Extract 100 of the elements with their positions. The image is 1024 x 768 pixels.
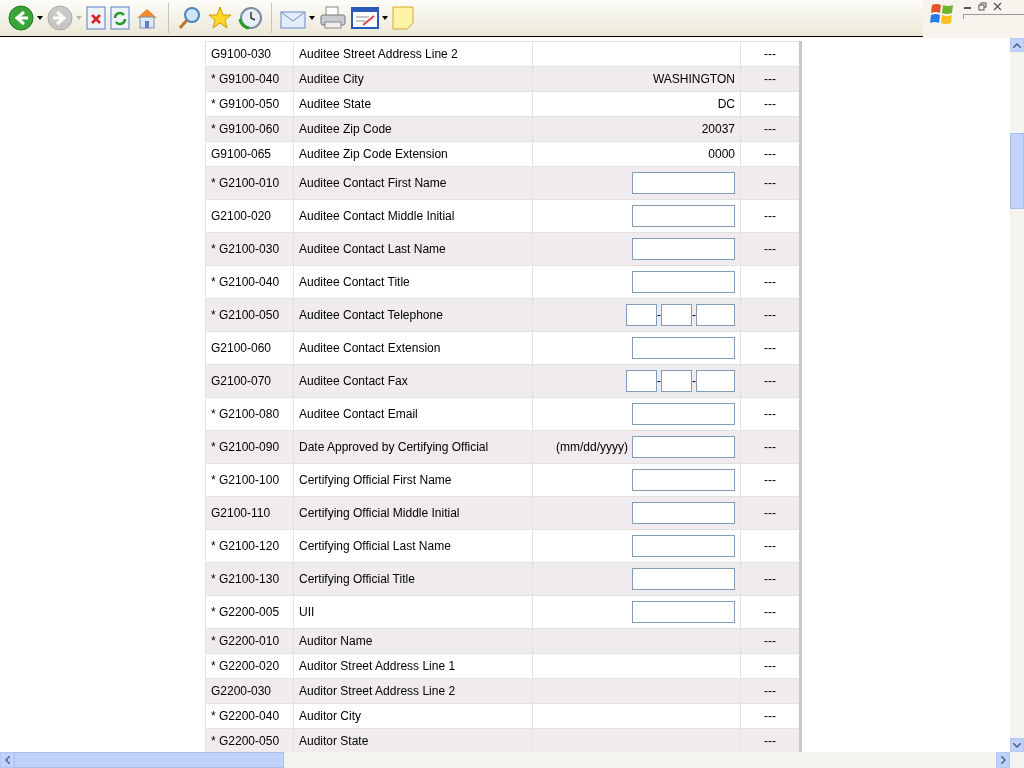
value-cell: 20037: [532, 116, 741, 142]
field-label: Auditor Street Address Line 1: [293, 653, 533, 679]
field-label: Certifying Official Title: [293, 562, 533, 596]
field-code: * G2100-030: [205, 232, 294, 266]
input-field[interactable]: [632, 535, 735, 557]
horizontal-scrollbar[interactable]: [0, 752, 1024, 768]
area-code-field[interactable]: [626, 370, 657, 392]
field-label: Certifying Official Last Name: [293, 529, 533, 563]
field-code: * G2200-020: [205, 653, 294, 679]
back-arrow-button[interactable]: [8, 4, 43, 32]
field-label: Auditee Contact Telephone: [293, 298, 533, 332]
scroll-up-button[interactable]: [1010, 38, 1024, 52]
field-code: * G2100-010: [205, 166, 294, 200]
input-field[interactable]: [632, 238, 735, 260]
printer-button[interactable]: [319, 4, 347, 32]
field-code: * G2200-040: [205, 703, 294, 729]
stop-page-button[interactable]: [86, 4, 106, 32]
vertical-scrollbar[interactable]: [1010, 38, 1024, 752]
scrollbar-thumb[interactable]: [14, 752, 284, 768]
field-label: Auditee Contact Email: [293, 397, 533, 431]
area-code-field[interactable]: [626, 304, 657, 326]
scroll-right-button[interactable]: [996, 752, 1010, 768]
caret-icon: [382, 16, 388, 20]
refresh-page-icon: [110, 6, 130, 30]
scroll-down-button[interactable]: [1010, 738, 1024, 752]
search-button[interactable]: [177, 4, 203, 32]
field-label: Auditee City: [293, 66, 533, 92]
note-button[interactable]: [392, 4, 414, 32]
field-label: Auditor Name: [293, 628, 533, 654]
field-code: * G9100-050: [205, 91, 294, 117]
input-field[interactable]: [632, 403, 735, 425]
input-field[interactable]: [632, 205, 735, 227]
field-code: * G2100-080: [205, 397, 294, 431]
scroll-left-button[interactable]: [0, 752, 14, 768]
scrollbar-thumb[interactable]: [1010, 133, 1024, 209]
field-code: * G2100-130: [205, 562, 294, 596]
field-label: Auditee Contact Title: [293, 265, 533, 299]
caret-icon: [37, 16, 43, 20]
field-code: * G2100-040: [205, 265, 294, 299]
input-field[interactable]: [632, 337, 735, 359]
field-code: * G2100-100: [205, 463, 294, 497]
restore-icon[interactable]: [978, 2, 987, 11]
line-number-field[interactable]: [696, 370, 735, 392]
field-code: * G9100-040: [205, 66, 294, 92]
input-field[interactable]: [632, 469, 735, 491]
input-field[interactable]: [632, 502, 735, 524]
input-field[interactable]: [632, 601, 735, 623]
input-field[interactable]: [632, 172, 735, 194]
field-label: Auditee Contact Fax: [293, 364, 533, 398]
field-label: Auditor Street Address Line 2: [293, 678, 533, 704]
caret-icon: [309, 16, 315, 20]
windows-logo-icon: [929, 2, 955, 26]
field-code: * G2200-005: [205, 595, 294, 629]
star-button[interactable]: [207, 4, 233, 32]
field-code: * G2200-010: [205, 628, 294, 654]
pencil-page-button[interactable]: [351, 4, 388, 32]
clock-icon: [237, 5, 263, 31]
printer-icon: [319, 6, 347, 30]
star-icon: [207, 5, 233, 31]
field-code: G9100-065: [205, 141, 294, 167]
field-label: Auditee Contact Middle Initial: [293, 199, 533, 233]
stop-page-icon: [86, 6, 106, 30]
field-code: G9100-030: [205, 41, 294, 67]
value-cell: WASHINGTON: [532, 66, 741, 92]
field-code: G2200-030: [205, 678, 294, 704]
field-label: Auditee Zip Code Extension: [293, 141, 533, 167]
field-label: Certifying Official Middle Initial: [293, 496, 533, 530]
input-field[interactable]: [632, 568, 735, 590]
field-label: UII: [293, 595, 533, 629]
separator-text: -: [657, 308, 661, 322]
field-label: Auditee Street Address Line 2: [293, 41, 533, 67]
field-code: G2100-070: [205, 364, 294, 398]
status-cell: ---: [740, 41, 801, 67]
field-code: * G2100-090: [205, 430, 294, 464]
input-field[interactable]: [632, 271, 735, 293]
prefix-field[interactable]: [661, 370, 692, 392]
field-label: Date Approved by Certifying Official: [293, 430, 533, 464]
field-code: G2100-110: [205, 496, 294, 530]
separator-text: -: [692, 308, 696, 322]
field-code: * G2100-050: [205, 298, 294, 332]
date-field[interactable]: [632, 436, 735, 458]
field-code: G2100-020: [205, 199, 294, 233]
search-icon: [177, 5, 203, 31]
field-label: Auditee Contact Extension: [293, 331, 533, 365]
clock-button[interactable]: [237, 4, 263, 32]
refresh-page-button[interactable]: [110, 4, 130, 32]
field-label: Auditee Contact First Name: [293, 166, 533, 200]
field-label: Certifying Official First Name: [293, 463, 533, 497]
prefix-field[interactable]: [661, 304, 692, 326]
field-label: Auditee Zip Code: [293, 116, 533, 142]
value-cell: DC: [532, 91, 741, 117]
pencil-page-icon: [351, 7, 379, 29]
note-icon: [392, 6, 414, 30]
field-code: * G2100-120: [205, 529, 294, 563]
line-number-field[interactable]: [696, 304, 735, 326]
separator-text: -: [657, 374, 661, 388]
field-code: * G9100-060: [205, 116, 294, 142]
field-code: G2100-060: [205, 331, 294, 365]
caret-icon: [76, 16, 82, 20]
close-icon[interactable]: [993, 2, 1002, 11]
